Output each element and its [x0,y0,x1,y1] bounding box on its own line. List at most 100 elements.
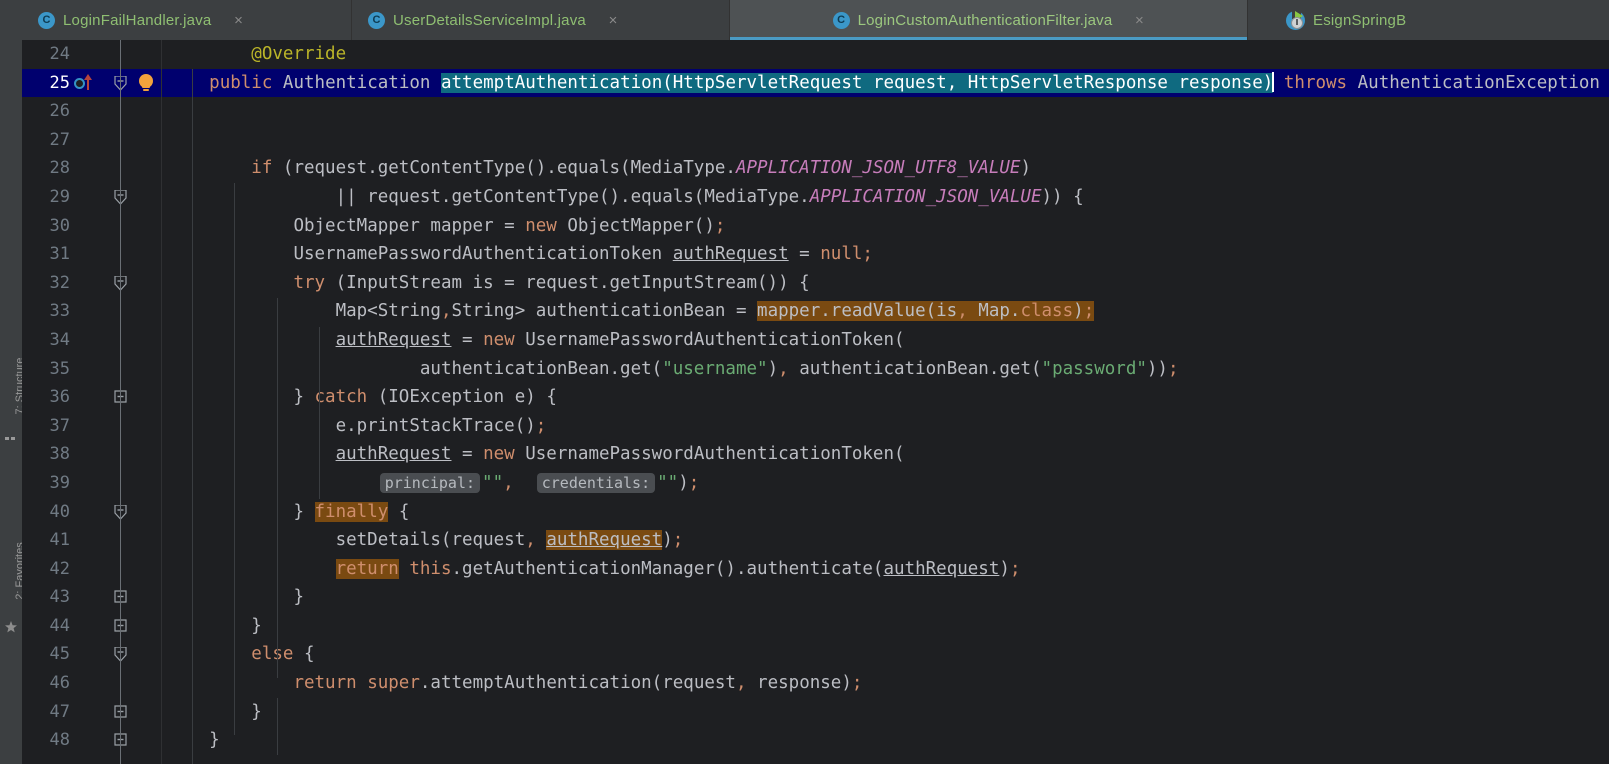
close-icon[interactable]: × [606,12,620,29]
gutter-row: 38 [22,440,162,469]
line-number: 24 [49,44,70,64]
close-icon[interactable]: × [231,12,245,29]
gutter-row: 41 [22,526,162,555]
editor-tab-loginfailhandler[interactable]: C LoginFailHandler.java × [22,0,352,40]
fold-marker-icon[interactable] [111,383,130,412]
gutter-row: 42 [22,555,162,584]
code-line-34[interactable]: authRequest = new UsernamePasswordAuthen… [162,326,1609,355]
editor-gutter[interactable]: 24 25 26 27 28 29 30 31 32 33 34 35 36 3… [22,40,162,764]
line-number: 44 [49,615,70,636]
fold-marker-icon[interactable] [111,726,130,755]
code-line-47[interactable]: } [162,698,1609,727]
code-line-28[interactable]: if (request.getContentType().equals(Medi… [162,154,1609,183]
gutter-row: 27 [22,126,162,155]
code-line-33[interactable]: Map<String,String> authenticationBean = … [162,297,1609,326]
left-tool-strip: 7: Structure 2: Favorites [0,0,23,764]
inlay-hint-credentials[interactable]: credentials: [536,472,656,493]
code-line-39[interactable]: principal: "", credentials: ""); [162,469,1609,498]
code-line-42[interactable]: return this.getAuthenticationManager().a… [162,555,1609,584]
code-line-44[interactable]: } [162,612,1609,641]
gutter-row: 34 [22,326,162,355]
ide-window: 7: Structure 2: Favorites C LoginFailHan… [0,0,1609,764]
line-number: 39 [49,472,70,493]
code-line-30[interactable]: ObjectMapper mapper = new ObjectMapper()… [162,212,1609,241]
code-line-36[interactable]: } catch (IOException e) { [162,383,1609,412]
gutter-row: 25 [22,68,162,98]
code-text-area[interactable]: @Override public Authentication attemptA… [162,40,1609,764]
line-number: 42 [49,558,70,579]
line-number: 43 [49,587,70,608]
code-line-38[interactable]: authRequest = new UsernamePasswordAuthen… [162,440,1609,469]
gutter-row: 31 [22,240,162,269]
fold-marker-icon[interactable] [111,583,130,612]
editor-tab-logincustomauthenticationfilter[interactable]: C LoginCustomAuthenticationFilter.java × [730,0,1248,40]
code-editor[interactable]: 24 25 26 27 28 29 30 31 32 33 34 35 36 3… [22,40,1609,764]
code-line-45[interactable]: else { [162,640,1609,669]
gutter-row: 44 [22,612,162,641]
gutter-row: 40 [22,498,162,527]
java-class-icon: C [38,11,55,29]
tab-label: LoginCustomAuthenticationFilter.java [857,11,1113,29]
java-class-icon: C [832,11,850,29]
code-line-46[interactable]: return super.attemptAuthentication(reque… [162,669,1609,698]
tab-label: LoginFailHandler.java [63,11,212,29]
fold-marker-icon[interactable] [111,612,130,641]
tab-label: EsignSpringB [1313,11,1407,29]
run-configuration-icon [1286,9,1305,30]
code-line-43[interactable]: } [162,583,1609,612]
gutter-row: 33 [22,297,162,326]
close-icon[interactable]: × [1132,12,1146,29]
gutter-row: 47 [22,698,162,727]
code-line-29[interactable]: || request.getContentType().equals(Media… [162,183,1609,212]
line-number: 37 [49,415,70,436]
tab-label: UserDetailsServiceImpl.java [393,11,586,29]
fold-marker-icon[interactable] [111,698,130,727]
line-number: 47 [49,701,70,722]
line-number: 28 [49,158,70,179]
fold-marker-icon[interactable] [111,269,130,298]
gutter-row: 45 [22,640,162,669]
code-line-37[interactable]: e.printStackTrace(); [162,412,1609,441]
code-line-32[interactable]: try (InputStream is = request.getInputSt… [162,269,1609,298]
line-number: 26 [49,101,70,122]
line-number: 34 [49,329,70,350]
code-line-31[interactable]: UsernamePasswordAuthenticationToken auth… [162,240,1609,269]
code-line-35[interactable]: authenticationBean.get("username"), auth… [162,355,1609,384]
code-line-26[interactable] [162,97,1609,126]
line-number: 48 [49,730,70,751]
gutter-row: 43 [22,583,162,612]
gutter-row: 30 [22,212,162,241]
fold-region-line [119,40,121,764]
line-number: 27 [49,129,70,150]
code-line-41[interactable]: setDetails(request, authRequest); [162,526,1609,555]
gutter-row: 24 [22,40,162,69]
line-number: 31 [49,244,70,265]
gutter-row: 26 [22,97,162,126]
line-number: 41 [49,530,70,551]
code-line-40[interactable]: } finally { [162,498,1609,527]
gutter-row: 32 [22,269,162,298]
line-number: 29 [49,186,70,207]
editor-tab-bar: C LoginFailHandler.java × C UserDetailsS… [22,0,1609,40]
java-class-icon: C [368,11,385,29]
fold-marker-icon[interactable] [111,69,130,98]
gutter-row: 28 [22,154,162,183]
line-number: 33 [49,301,70,322]
code-line-24[interactable]: @Override [162,40,1609,69]
fold-marker-icon[interactable] [111,183,130,212]
text-caret [1272,71,1275,92]
gutter-row: 46 [22,669,162,698]
fold-marker-icon[interactable] [111,640,130,669]
line-number: 35 [49,358,70,379]
run-configuration-tab-esignspringb[interactable]: EsignSpringB [1248,0,1608,40]
gutter-row: 48 [22,726,162,755]
intention-bulb-icon[interactable] [137,73,156,93]
code-line-27[interactable] [162,126,1609,155]
fold-marker-icon[interactable] [111,498,130,527]
editor-tab-userdetailsserviceimpl[interactable]: C UserDetailsServiceImpl.java × [352,0,730,40]
override-method-marker-icon[interactable] [74,69,102,98]
code-line-25[interactable]: public Authentication attemptAuthenticat… [162,68,1609,98]
inlay-hint-principal[interactable]: principal: [379,472,481,493]
code-line-48[interactable]: } [162,726,1609,755]
line-number: 46 [49,673,70,694]
